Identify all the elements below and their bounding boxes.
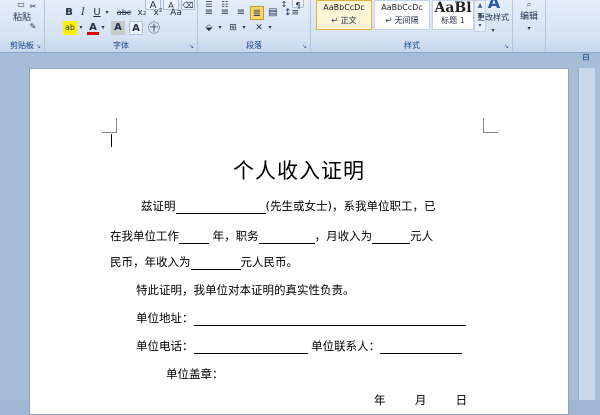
doc-line-3-b: 元人民币。 (240, 255, 299, 269)
doc-line-2-c: ，月收入为 (314, 229, 373, 243)
vertical-scrollbar[interactable] (578, 68, 595, 400)
highlight-button[interactable]: ab (63, 21, 77, 35)
font-launcher-icon[interactable]: ↘ (188, 43, 195, 50)
char-border-button[interactable]: A (129, 21, 143, 35)
doc-line-5[interactable]: 单位地址： (136, 310, 466, 326)
change-styles-dropdown-icon[interactable]: ▾ (488, 24, 498, 38)
paragraph-launcher-icon[interactable]: ↘ (301, 43, 308, 50)
line-spacing-icon[interactable]: ↕≡ (284, 6, 299, 20)
date-month: 月 (414, 393, 427, 407)
format-painter-icon[interactable]: ✎ (28, 20, 38, 34)
doc-line-2-d: 元人 (410, 229, 434, 243)
document-page[interactable]: 个人收入证明 兹证明 (先生或女士)，系我单位职工，已 在我单位工作 年，职务 ，月… (29, 68, 569, 415)
style-no-spacing-label: ↵ 无间隔 (385, 16, 419, 25)
editing-dropdown-icon[interactable]: ▾ (524, 22, 534, 36)
doc-line-7[interactable]: 单位盖章： (166, 366, 224, 382)
doc-line-3-a: 民币，年收入为 (110, 255, 191, 269)
highlight-dropdown-icon[interactable]: ▾ (77, 21, 85, 35)
text-cursor (111, 134, 112, 147)
date-day: 日 (455, 393, 468, 407)
strikethrough-button[interactable]: abc (115, 6, 133, 20)
doc-line-1[interactable]: 兹证明 (先生或女士)，系我单位职工，已 (141, 198, 435, 214)
doc-line-1-a: 兹证明 (141, 199, 176, 213)
styles-launcher-icon[interactable]: ↘ (503, 43, 510, 50)
enclose-char-button[interactable]: ㊉ (147, 21, 161, 35)
style-heading-1[interactable]: AaBl 标题 1 (432, 0, 474, 30)
ribbon: ▭ 粘贴 ✂ ✎ 剪贴板 ↘ A A ⌫ B I U ▾ abc x₂ x² A… (0, 0, 600, 53)
doc-line-2-a: 在我单位工作 (110, 229, 179, 243)
clipboard-group: ▭ 粘贴 ✂ ✎ 剪贴板 ↘ (0, 0, 45, 52)
position-blank[interactable] (258, 231, 315, 244)
name-blank[interactable] (175, 201, 266, 214)
doc-line-3[interactable]: 民币，年收入为 元人民币。 (110, 254, 298, 270)
style-heading-1-preview: AaBl (434, 1, 472, 15)
find-icon[interactable]: ⌕ (517, 0, 541, 10)
unit-phone-label: 单位电话： (136, 339, 194, 353)
align-center-icon[interactable]: ≡ (218, 6, 232, 20)
annual-income-blank[interactable] (190, 257, 241, 270)
font-color-button[interactable]: A (87, 21, 99, 35)
distribute-icon[interactable]: ▤ (266, 6, 280, 20)
bold-button[interactable]: B (63, 6, 75, 20)
underline-dropdown-icon[interactable]: ▾ (103, 6, 111, 20)
style-normal-preview: AaBbCcDc (323, 3, 365, 12)
years-blank[interactable] (179, 231, 209, 244)
chinese-layout-icon[interactable]: ✕ (252, 21, 266, 35)
view-ruler-icon[interactable]: ⊟ (579, 53, 593, 65)
align-left-icon[interactable]: ≡ (202, 6, 216, 20)
document-title[interactable]: 个人收入证明 (30, 155, 568, 185)
monthly-income-blank[interactable] (372, 231, 411, 244)
doc-line-6[interactable]: 单位电话： 单位联系人： (136, 338, 463, 354)
font-group-label: 字体 (113, 41, 129, 50)
change-styles-button[interactable]: 更改样式 (472, 11, 514, 25)
subscript-button[interactable]: x₂ (135, 6, 149, 20)
italic-button[interactable]: I (77, 6, 89, 20)
chinese-layout-dropdown-icon[interactable]: ▾ (266, 21, 274, 35)
style-normal[interactable]: AaBbCcDc ↵ 正文 (316, 0, 372, 30)
date-year: 年 (374, 393, 386, 407)
doc-line-2[interactable]: 在我单位工作 年，职务 ，月收入为 元人 (110, 228, 433, 244)
paragraph-group: ☰ ☷ ↕ ¶ ≡ ≡ ≡ ≣ ▤ ↕≡ ⬙ ▾ ⊞ ▾ ✕ ▾ 段落 ↘ (198, 0, 311, 52)
styles-group-label: 样式 (404, 41, 420, 50)
doc-line-1-b: (先生或女士)，系我单位职工，已 (265, 199, 436, 213)
font-color-dropdown-icon[interactable]: ▾ (99, 21, 107, 35)
doc-line-2-b: 年，职务 (212, 229, 259, 243)
clipboard-launcher-icon[interactable]: ↘ (35, 43, 42, 50)
doc-line-4[interactable]: 特此证明，我单位对本证明的真实性负责。 (136, 282, 355, 298)
unit-address-blank[interactable] (193, 313, 466, 326)
borders-icon[interactable]: ⊞ (226, 21, 240, 35)
font-group: A A ⌫ B I U ▾ abc x₂ x² Aa ab ▾ A ▾ A A … (45, 0, 198, 52)
justify-icon[interactable]: ≣ (250, 6, 264, 20)
shading-icon[interactable]: ⬙ (202, 21, 216, 35)
unit-address-label: 单位地址： (136, 311, 194, 325)
style-no-spacing-preview: AaBbCcDc (381, 3, 423, 12)
editing-group: ⌕ 编辑 ▾ (513, 0, 546, 52)
margin-corner-top-right (483, 118, 498, 133)
char-shading-button[interactable]: A (111, 21, 125, 35)
superscript-button[interactable]: x² (151, 6, 165, 20)
align-right-icon[interactable]: ≡ (234, 6, 248, 20)
document-workspace: ⊟ 个人收入证明 兹证明 (先生或女士)，系我单位职工，已 在我单位工作 年，职务… (0, 53, 600, 415)
date-line[interactable]: 年 月 日 (374, 392, 467, 408)
unit-contact-label: 单位联系人： (311, 339, 381, 353)
cut-icon[interactable]: ✂ (28, 0, 38, 14)
borders-dropdown-icon[interactable]: ▾ (240, 21, 248, 35)
clear-format-icon[interactable]: ⌫ (181, 0, 195, 10)
paragraph-group-label: 段落 (246, 41, 262, 50)
styles-group: AaBbCcDc ↵ 正文 AaBbCcDc ↵ 无间隔 AaBl 标题 1 ▲… (312, 0, 513, 52)
margin-corner-top-left (102, 118, 117, 133)
style-heading-1-label: 标题 1 (441, 16, 465, 25)
unit-contact-blank[interactable] (380, 341, 463, 354)
style-normal-label: ↵ 正文 (331, 16, 357, 25)
underline-button[interactable]: U (91, 6, 103, 20)
shading-dropdown-icon[interactable]: ▾ (216, 21, 224, 35)
style-no-spacing[interactable]: AaBbCcDc ↵ 无间隔 (374, 0, 430, 30)
change-case-icon[interactable]: Aa (169, 6, 183, 20)
unit-phone-blank[interactable] (193, 341, 308, 354)
